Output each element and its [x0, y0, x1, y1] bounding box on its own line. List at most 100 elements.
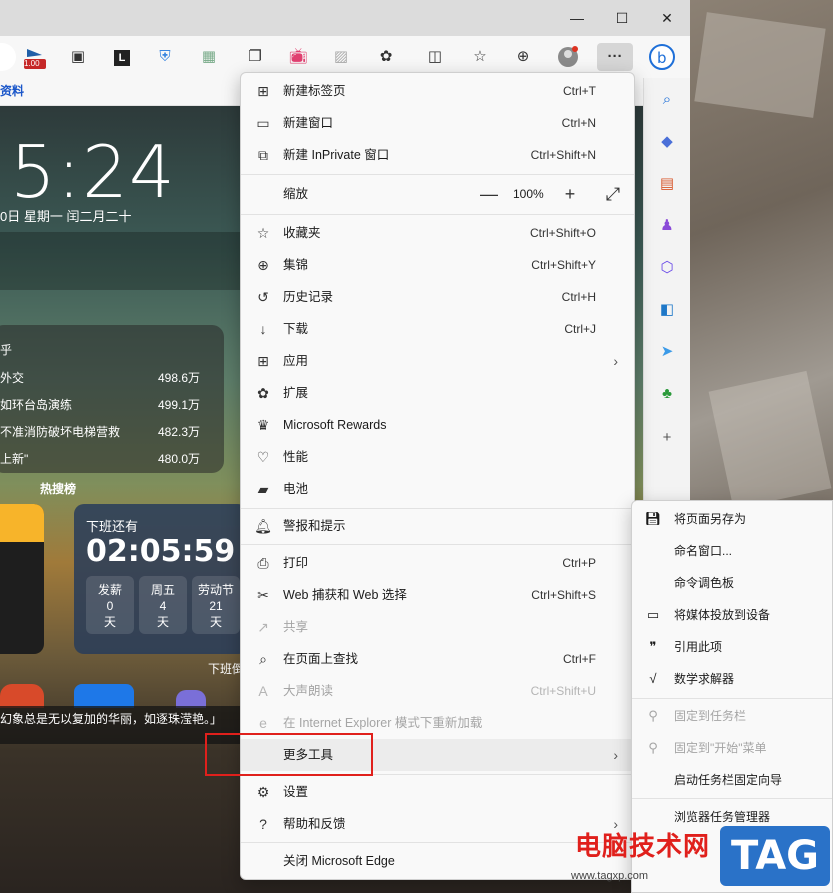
menu-extensions[interactable]: ✿ 扩展 [241, 377, 634, 409]
app-icon[interactable] [74, 684, 134, 708]
menu-alerts[interactable]: 🔔︎ 警报和提示 [241, 510, 634, 542]
shield-icon[interactable]: ⛨ [150, 43, 180, 71]
menu-web-capture[interactable]: ✂ Web 捕获和 Web 选择 Ctrl+Shift+S [241, 579, 634, 611]
clock-time: 5:24 [10, 130, 176, 214]
inprivate-icon: ⧉ [258, 147, 268, 163]
menu-inprivate[interactable]: ⧉ 新建 InPrivate 窗口 Ctrl+Shift+N [241, 139, 634, 171]
clock-date: 0日 星期一 闰二月二十 [0, 209, 132, 224]
menu-print[interactable]: ⎙ 打印 Ctrl+P [241, 547, 634, 579]
cast-icon: ▭ [646, 607, 660, 622]
menu-rewards[interactable]: ♛ Microsoft Rewards [241, 409, 634, 441]
math-icon: √ [649, 671, 657, 686]
hot-card-footer: 热搜榜 [40, 482, 77, 496]
menu-battery[interactable]: ▰ 电池 [241, 473, 634, 505]
search-icon[interactable]: ⌕ [652, 86, 682, 114]
app-icon[interactable] [0, 684, 44, 708]
more-icon[interactable]: ··· [597, 43, 633, 71]
games-icon[interactable]: ♟ [652, 212, 682, 240]
outlook-icon[interactable]: ◧ [652, 296, 682, 324]
tree-icon[interactable]: ♣ [652, 380, 682, 408]
zoom-out-button[interactable]: — [479, 184, 499, 204]
title-bar: — ☐ ✕ [0, 0, 690, 36]
office-icon[interactable]: ⬡ [652, 254, 682, 282]
sub-taskbar-wizard[interactable]: 启动任务栏固定向导 [632, 764, 832, 796]
collections-icon[interactable]: ⊕ [508, 43, 538, 71]
address-bar-edge[interactable] [0, 43, 16, 71]
zoom-level: 100% [513, 187, 544, 201]
image-icon[interactable]: ▦ [194, 43, 224, 71]
history-icon: ↺ [257, 289, 269, 305]
download-icon: ↓ [259, 321, 267, 337]
menu-favorites[interactable]: ☆ 收藏夹 Ctrl+Shift+O [241, 217, 634, 249]
collections-icon: ⊕ [257, 257, 269, 273]
menu-new-tab[interactable]: ⊞ 新建标签页 Ctrl+T [241, 75, 634, 107]
tv-icon[interactable]: 📺︎ [283, 43, 313, 71]
menu-history[interactable]: ↺ 历史记录 Ctrl+H [241, 281, 634, 313]
photo-icon[interactable]: ▨ [326, 43, 356, 71]
menu-collections[interactable]: ⊕ 集锦 Ctrl+Shift+Y [241, 249, 634, 281]
bell-icon: 🔔︎ [254, 518, 272, 534]
new-window-icon: ▭ [256, 115, 270, 131]
list-item[interactable]: 外交 498.6万 [0, 369, 216, 386]
sub-cite[interactable]: ❞ 引用此项 [632, 631, 832, 663]
extensions-icon: ✿ [257, 385, 269, 401]
bookmark-item[interactable]: 资料 [0, 82, 24, 99]
sub-pin-taskbar: ⚲ 固定到任务栏 [632, 700, 832, 732]
copy-icon[interactable]: ❐ [240, 43, 270, 71]
send-icon[interactable]: ➤ [652, 338, 682, 366]
favorites-icon[interactable]: ☆ [465, 43, 495, 71]
menu-read-aloud: A 大声朗读 Ctrl+Shift+U [241, 675, 634, 707]
pin-icon: ⚲ [648, 708, 658, 723]
badge-icon[interactable]: 1.00 [20, 43, 50, 71]
favorites-icon: ☆ [256, 225, 270, 241]
capture-icon: ✂ [257, 587, 269, 603]
highlight-box [205, 733, 373, 776]
quote-icon: ❞ [649, 639, 657, 654]
new-tab-icon: ⊞ [257, 83, 269, 99]
svg-text:b: b [657, 49, 667, 67]
add-icon[interactable]: + [652, 424, 682, 452]
daily-quote: 幻象总是无以复加的华丽，如逐珠滢艳。」 [0, 706, 240, 744]
widget-card[interactable] [0, 504, 44, 654]
apps-icon: ⊞ [257, 353, 269, 369]
sub-name-window[interactable]: 命名窗口... [632, 535, 832, 567]
timer-title: 下班还有 [86, 519, 139, 534]
split-icon[interactable]: ◫ [420, 43, 450, 71]
print-icon: ⎙ [257, 555, 269, 571]
maximize-button[interactable]: ☐ [602, 6, 642, 30]
bing-icon[interactable]: b [647, 43, 677, 71]
zoom-in-button[interactable]: + [560, 184, 580, 204]
menu-performance[interactable]: ♡ 性能 [241, 441, 634, 473]
extension-icon[interactable]: ▣ [63, 43, 93, 71]
menu-apps[interactable]: ⊞ 应用 › [241, 345, 634, 377]
menu-find[interactable]: ⌕ 在页面上查找 Ctrl+F [241, 643, 634, 675]
sub-pin-start: ⚲ 固定到"开始"菜单 [632, 732, 832, 764]
menu-new-window[interactable]: ▭ 新建窗口 Ctrl+N [241, 107, 634, 139]
rewards-icon: ♛ [256, 417, 270, 433]
minimize-button[interactable]: — [557, 6, 597, 30]
timer-value: 02:05:59 [86, 534, 236, 569]
fullscreen-icon[interactable]: ⤢ [603, 184, 623, 204]
l-icon[interactable]: L [107, 43, 137, 71]
sub-save-as[interactable]: 💾︎ 将页面另存为 [632, 503, 832, 535]
profile-icon[interactable] [553, 43, 583, 71]
list-item[interactable]: 上新" 480.0万 [0, 450, 216, 467]
performance-icon: ♡ [256, 449, 270, 465]
list-item[interactable]: 不准消防破坏电梯营救 482.3万 [0, 423, 216, 440]
countdown-item: 发薪 0 天 [86, 576, 134, 634]
close-button[interactable]: ✕ [647, 6, 687, 30]
read-aloud-icon: A [258, 683, 268, 699]
puzzle-icon[interactable]: ✿ [371, 43, 401, 71]
off-work-timer-card[interactable]: 下班还有 02:05:59 发薪 0 天 周五 4 天 劳动节 21 天 [74, 504, 248, 654]
sub-math[interactable]: √ 数学求解器 [632, 663, 832, 695]
menu-settings[interactable]: ⚙ 设置 [241, 776, 634, 808]
shopping-icon[interactable]: ◆ [652, 128, 682, 156]
search-box[interactable] [0, 232, 240, 290]
menu-downloads[interactable]: ↓ 下载 Ctrl+J [241, 313, 634, 345]
chevron-right-icon: › [613, 747, 618, 763]
list-item[interactable]: 如环台岛演练 499.1万 [0, 396, 216, 413]
sub-command-palette[interactable]: 命令调色板 [632, 567, 832, 599]
tools-icon[interactable]: ▤ [652, 170, 682, 198]
battery-icon: ▰ [257, 481, 269, 497]
sub-cast[interactable]: ▭ 将媒体投放到设备 [632, 599, 832, 631]
